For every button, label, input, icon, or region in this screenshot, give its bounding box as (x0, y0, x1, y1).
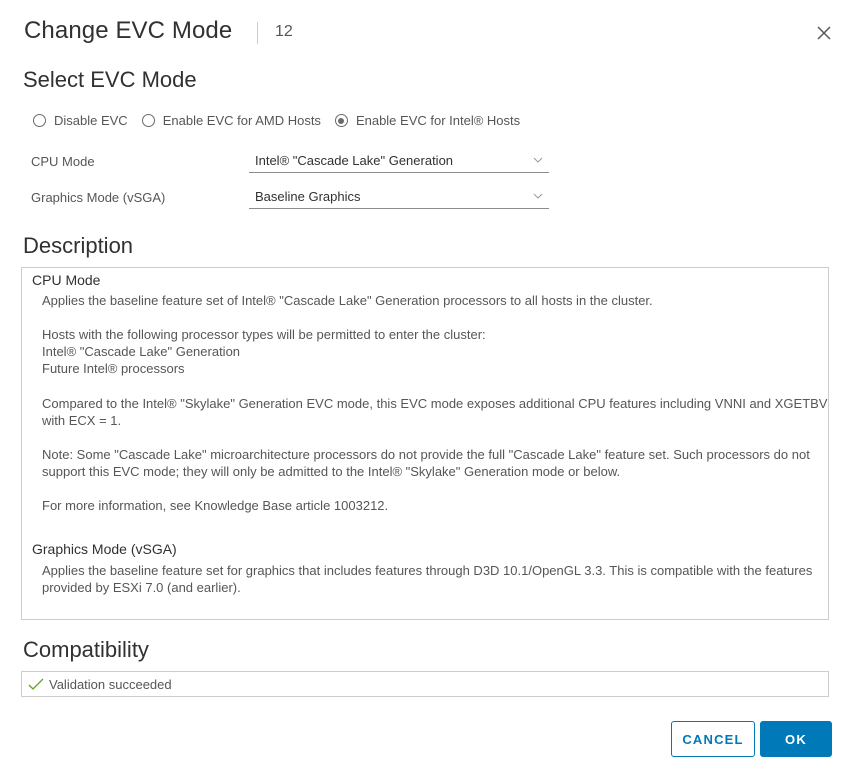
description-heading: Description (23, 233, 134, 258)
radio-button[interactable] (334, 114, 348, 127)
chevron-down-icon (533, 193, 543, 199)
close-icon (817, 26, 831, 40)
desc-cpu-paragraph: Applies the baseline feature set of Inte… (42, 293, 653, 308)
graphics-mode-label: Graphics Mode (vSGA) (31, 190, 166, 205)
host-count: 12 (275, 23, 293, 40)
cpu-mode-value: Intel® "Cascade Lake" Generation (255, 153, 454, 168)
select-evc-heading: Select EVC Mode (23, 67, 197, 92)
radio-label: Enable EVC for Intel® Hosts (355, 113, 521, 128)
validation-status-text: Validation succeeded (49, 677, 172, 692)
evc-radio-group: Disable EVC Enable EVC for AMD Hosts Ena… (33, 113, 534, 128)
description-panel[interactable]: CPU Mode Applies the baseline feature se… (21, 267, 829, 620)
graphics-mode-select[interactable]: Baseline Graphics (249, 186, 549, 209)
close-button[interactable] (815, 24, 833, 42)
cpu-mode-label: CPU Mode (31, 154, 95, 169)
title-divider (257, 22, 258, 44)
radio-label: Disable EVC (54, 113, 128, 128)
compatibility-heading: Compatibility (23, 637, 149, 662)
chevron-down-icon (533, 157, 543, 163)
radio-enable-amd[interactable]: Enable EVC for AMD Hosts (141, 113, 321, 128)
desc-cpu-paragraph: Hosts with the following processor types… (42, 327, 486, 376)
ok-button[interactable]: OK (760, 721, 832, 757)
compatibility-status: Validation succeeded (21, 671, 829, 697)
desc-cpu-heading: CPU Mode (32, 272, 101, 288)
radio-disable-evc[interactable]: Disable EVC (33, 113, 128, 128)
radio-button[interactable] (141, 114, 155, 127)
radio-button[interactable] (33, 114, 46, 127)
cpu-mode-select[interactable]: Intel® "Cascade Lake" Generation (249, 150, 549, 173)
desc-cpu-paragraph: For more information, see Knowledge Base… (42, 498, 389, 513)
dialog-title: Change EVC Mode (24, 17, 233, 44)
cancel-button[interactable]: CANCEL (671, 721, 755, 757)
desc-graphics-paragraph: Applies the baseline feature set for gra… (42, 563, 813, 595)
desc-graphics-heading: Graphics Mode (vSGA) (32, 541, 177, 557)
radio-label: Enable EVC for AMD Hosts (162, 113, 321, 128)
desc-cpu-paragraph: Note: Some "Cascade Lake" microarchitect… (42, 447, 810, 479)
graphics-mode-value: Baseline Graphics (255, 189, 361, 204)
radio-enable-intel[interactable]: Enable EVC for Intel® Hosts (334, 113, 521, 128)
desc-cpu-paragraph: Compared to the Intel® "Skylake" Generat… (42, 396, 828, 428)
check-icon (28, 678, 44, 690)
